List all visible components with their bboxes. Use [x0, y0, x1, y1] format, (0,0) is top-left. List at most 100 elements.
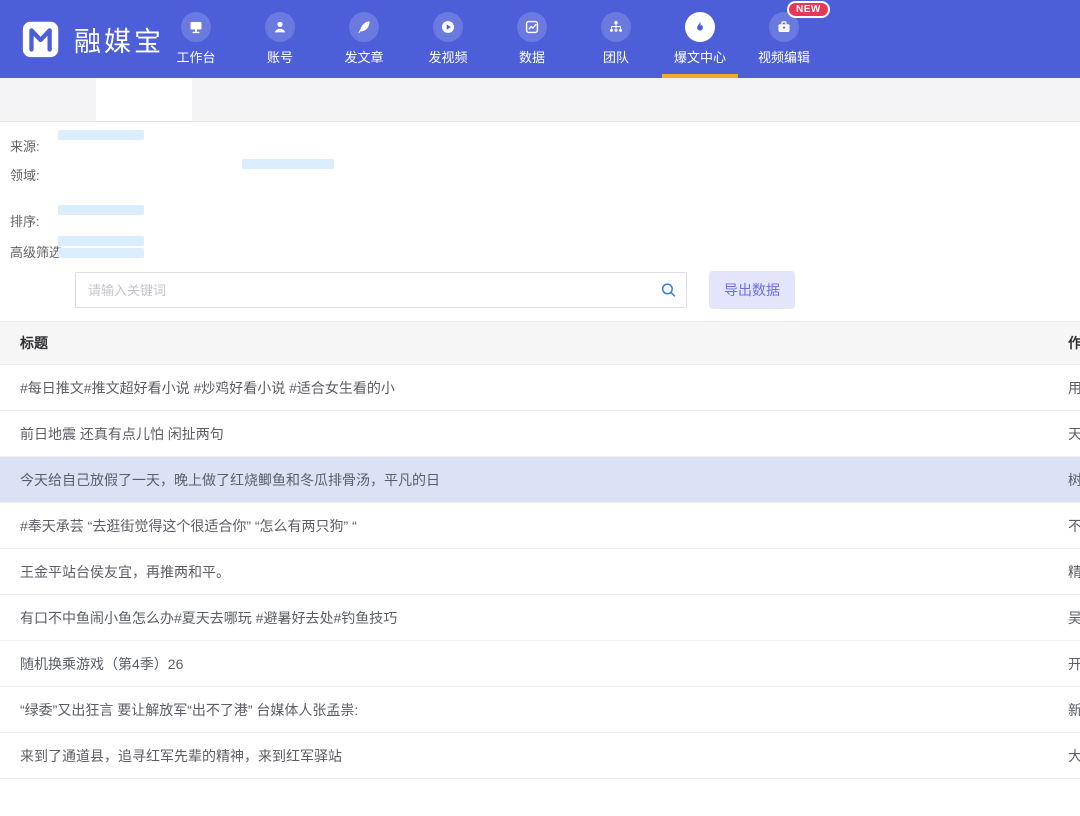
results-table: 标题 作 #每日推文#推文超好看小说 #炒鸡好看小说 #适合女生看的小 用 前日…: [0, 321, 1080, 779]
filter-option[interactable]: [426, 171, 518, 181]
filter-option[interactable]: [242, 159, 334, 169]
tab[interactable]: [384, 78, 480, 121]
nav-item-publish-video[interactable]: 发视频: [406, 0, 490, 78]
table-row[interactable]: 随机换乘游戏（第4季）26 开: [0, 641, 1080, 687]
tab[interactable]: [480, 78, 576, 121]
table-row[interactable]: “绿委”又出狂言 要让解放军“出不了港” 台媒体人张孟祟: 新: [0, 687, 1080, 733]
filter-option[interactable]: [144, 130, 230, 140]
filter-option[interactable]: [488, 248, 574, 258]
filter-option[interactable]: [58, 159, 150, 169]
top-navbar: 融媒宝 工作台 账号 发文章: [0, 0, 1080, 78]
filter-option[interactable]: [978, 159, 1070, 169]
filter-panel: 来源: 领域: 排序:: [0, 122, 1080, 309]
table-row[interactable]: 来到了通道县，追寻红军先辈的精神，来到红军驿站 大: [0, 733, 1080, 779]
row-title: 随机换乘游戏（第4季）26: [0, 654, 183, 674]
tab[interactable]: [576, 78, 672, 121]
search-box: [75, 272, 687, 308]
filter-option[interactable]: [230, 130, 316, 140]
monitor-icon: [181, 12, 211, 42]
filter-option[interactable]: [144, 248, 230, 258]
filter-option[interactable]: [334, 159, 426, 169]
filter-option[interactable]: [574, 236, 660, 246]
filter-option[interactable]: [488, 236, 574, 246]
filter-option[interactable]: [610, 171, 702, 181]
nav-item-label: 团队: [603, 47, 629, 66]
filter-option[interactable]: [426, 159, 518, 169]
search-input[interactable]: [75, 272, 687, 308]
table-row[interactable]: 有口不中鱼闹小鱼怎么办#夏天去哪玩 #避暑好去处#钓鱼技巧 吴: [0, 595, 1080, 641]
filter-option[interactable]: [334, 183, 426, 193]
user-icon: [265, 12, 295, 42]
filter-option[interactable]: [150, 183, 242, 193]
table-row[interactable]: #每日推文#推文超好看小说 #炒鸡好看小说 #适合女生看的小 用: [0, 365, 1080, 411]
filter-option[interactable]: [230, 248, 316, 258]
field-options-row1: [58, 159, 1070, 169]
filter-option[interactable]: [402, 236, 488, 246]
filter-option[interactable]: [58, 130, 144, 140]
filter-option[interactable]: [230, 205, 316, 215]
filter-option[interactable]: [150, 171, 242, 181]
filter-option[interactable]: [58, 248, 144, 258]
filter-option[interactable]: [334, 171, 426, 181]
filter-option[interactable]: [242, 183, 334, 193]
filter-option[interactable]: [610, 159, 702, 169]
filter-option[interactable]: [150, 159, 242, 169]
filter-option[interactable]: [978, 183, 1070, 193]
filter-option[interactable]: [144, 205, 230, 215]
search-icon[interactable]: [660, 282, 677, 299]
filter-option[interactable]: [518, 171, 610, 181]
nav-item-account[interactable]: 账号: [238, 0, 322, 78]
filter-option[interactable]: [316, 130, 402, 140]
row-title: #每日推文#推文超好看小说 #炒鸡好看小说 #适合女生看的小: [0, 378, 395, 398]
filter-option[interactable]: [58, 183, 150, 193]
nav-item-workbench[interactable]: 工作台: [154, 0, 238, 78]
nav-item-team[interactable]: 团队: [574, 0, 658, 78]
filter-option[interactable]: [702, 171, 794, 181]
filter-option[interactable]: [426, 183, 518, 193]
filter-option[interactable]: [58, 205, 144, 215]
filter-option[interactable]: [488, 130, 574, 140]
filter-option[interactable]: [702, 183, 794, 193]
logo[interactable]: 融媒宝: [20, 17, 164, 61]
table-header: 标题 作: [0, 321, 1080, 365]
tab[interactable]: [288, 78, 384, 121]
filter-option[interactable]: [58, 236, 144, 246]
filter-option[interactable]: [886, 159, 978, 169]
advanced-options-row1: [58, 236, 660, 246]
filter-option[interactable]: [886, 171, 978, 181]
table-row[interactable]: 今天给自己放假了一天，晚上做了红烧鲫鱼和冬瓜排骨汤，平凡的日 树: [0, 457, 1080, 503]
nav-item-label: 爆文中心: [674, 47, 726, 66]
nav-item-label: 视频编辑: [758, 47, 810, 66]
nav-item-data[interactable]: 数据: [490, 0, 574, 78]
export-data-button[interactable]: 导出数据: [709, 271, 795, 309]
filter-option[interactable]: [702, 159, 794, 169]
table-row[interactable]: 王金平站台侯友宜，再推两和平。 精: [0, 549, 1080, 595]
filter-option[interactable]: [794, 171, 886, 181]
filter-option[interactable]: [402, 248, 488, 258]
filter-option[interactable]: [886, 183, 978, 193]
filter-option[interactable]: [242, 171, 334, 181]
tab[interactable]: [0, 78, 96, 121]
filter-option[interactable]: [978, 171, 1070, 181]
nav-item-video-editor[interactable]: NEW 视频编辑: [742, 0, 826, 78]
nav-item-hot-article-center[interactable]: 爆文中心: [658, 0, 742, 78]
row-author-partial: 新: [1068, 700, 1080, 720]
filter-option[interactable]: [518, 183, 610, 193]
filter-option[interactable]: [316, 236, 402, 246]
row-title: 来到了通道县，追寻红军先辈的精神，来到红军驿站: [0, 746, 342, 766]
tab[interactable]: [192, 78, 288, 121]
filter-option[interactable]: [230, 236, 316, 246]
filter-option[interactable]: [144, 236, 230, 246]
filter-option[interactable]: [316, 248, 402, 258]
filter-option[interactable]: [518, 159, 610, 169]
search-row: 导出数据: [75, 271, 1080, 309]
filter-option[interactable]: [794, 159, 886, 169]
filter-option[interactable]: [610, 183, 702, 193]
filter-option[interactable]: [794, 183, 886, 193]
tab[interactable]: [96, 78, 192, 121]
table-row[interactable]: 前日地震 还真有点儿怕 闲扯两句 天: [0, 411, 1080, 457]
nav-item-publish-article[interactable]: 发文章: [322, 0, 406, 78]
filter-option[interactable]: [58, 171, 150, 181]
table-row[interactable]: #奉天承芸 “去逛街觉得这个很适合你” “怎么有两只狗” “ 不: [0, 503, 1080, 549]
filter-option[interactable]: [402, 130, 488, 140]
